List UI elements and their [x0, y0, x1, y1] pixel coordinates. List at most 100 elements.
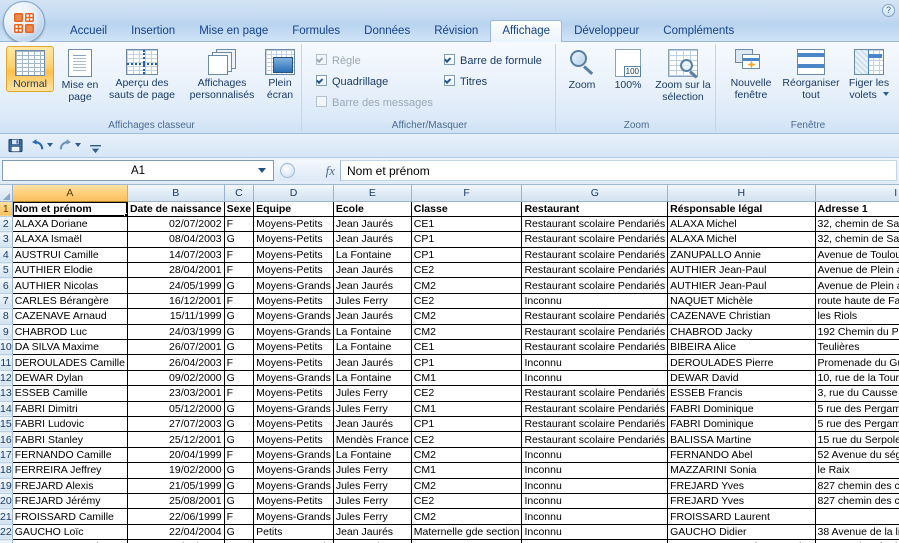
cell-A18[interactable]: FERREIRA Jeffrey — [12, 463, 127, 478]
cell-I5[interactable]: Avenue de Plein air — [815, 263, 899, 278]
cell-C13[interactable]: F — [224, 386, 254, 401]
column-header-E[interactable]: E — [333, 185, 411, 201]
cell-A21[interactable]: FROISSARD Camille — [12, 509, 127, 524]
cell-I18[interactable]: le Raix — [815, 463, 899, 478]
cell-A17[interactable]: FERNANDO Camille — [12, 447, 127, 462]
checkbox-gridlines[interactable]: Quadrillage — [316, 75, 388, 88]
ribbon-tab-formules[interactable]: Formules — [280, 20, 352, 44]
cell-E5[interactable]: Jean Jaurés — [333, 263, 411, 278]
cell-A16[interactable]: FABRI Stanley — [12, 432, 127, 447]
cell-E17[interactable]: La Fontaine — [333, 447, 411, 462]
cell-E11[interactable]: Jean Jaurés — [333, 355, 411, 370]
cell-A5[interactable]: AUTHIER Elodie — [12, 263, 127, 278]
row-header-14[interactable]: 14 — [0, 401, 12, 416]
column-header-I[interactable]: I — [815, 185, 899, 201]
cell-C11[interactable]: F — [224, 355, 254, 370]
cell-C10[interactable]: G — [224, 340, 254, 355]
cell-A3[interactable]: ALAXA Ismaël — [12, 232, 127, 247]
cell-A7[interactable]: CARLES Bérangère — [12, 293, 127, 308]
cell-G1[interactable]: Restaurant — [522, 201, 668, 216]
cell-G21[interactable]: Inconnu — [522, 509, 668, 524]
cell-D8[interactable]: Moyens-Grands — [254, 309, 334, 324]
cell-H21[interactable]: FROISSARD Laurent — [668, 509, 815, 524]
cell-E3[interactable]: Jean Jaurés — [333, 232, 411, 247]
row-header-10[interactable]: 10 — [0, 340, 12, 355]
column-header-B[interactable]: B — [127, 185, 224, 201]
cell-H20[interactable]: FREJARD Yves — [668, 493, 815, 508]
cell-G16[interactable]: Restaurant scolaire Pendariés — [522, 432, 668, 447]
ribbon-tab-accueil[interactable]: Accueil — [58, 20, 119, 44]
cell-H11[interactable]: DEROULADES Pierre — [668, 355, 815, 370]
cell-D22[interactable]: Petits — [254, 524, 334, 539]
cell-C9[interactable]: G — [224, 324, 254, 339]
row-header-19[interactable]: 19 — [0, 478, 12, 493]
cell-F15[interactable]: CP1 — [411, 416, 522, 431]
cell-D13[interactable]: Moyens-Petits — [254, 386, 334, 401]
save-icon[interactable] — [8, 138, 23, 158]
cell-F12[interactable]: CM1 — [411, 370, 522, 385]
cell-G11[interactable]: Inconnu — [522, 355, 668, 370]
cell-H14[interactable]: FABRI Dominique — [668, 401, 815, 416]
cell-I7[interactable]: route haute de Farrou — [815, 293, 899, 308]
cell-D1[interactable]: Equipe — [254, 201, 334, 216]
cell-B20[interactable]: 25/08/2001 — [127, 493, 224, 508]
cell-D9[interactable]: Moyens-Grands — [254, 324, 334, 339]
cell-A2[interactable]: ALAXA Doriane — [12, 216, 127, 231]
cell-B13[interactable]: 23/03/2001 — [127, 386, 224, 401]
row-header-1[interactable]: 1 — [0, 201, 12, 216]
cell-E10[interactable]: La Fontaine — [333, 340, 411, 355]
redo-dropdown-icon[interactable] — [75, 143, 81, 147]
cell-D4[interactable]: Moyens-Petits — [254, 247, 334, 262]
cell-F3[interactable]: CP1 — [411, 232, 522, 247]
cell-H6[interactable]: AUTHIER Jean-Paul — [668, 278, 815, 293]
ribbon-tab-donn-es[interactable]: Données — [352, 20, 422, 44]
page-layout-button[interactable]: Mise en page — [56, 46, 104, 103]
cell-G5[interactable]: Restaurant scolaire Pendariés — [522, 263, 668, 278]
cell-F1[interactable]: Classe — [411, 201, 522, 216]
cell-H22[interactable]: GAUCHO Didier — [668, 524, 815, 539]
cell-E1[interactable]: Ecole — [333, 201, 411, 216]
cell-H13[interactable]: ESSEB Francis — [668, 386, 815, 401]
cell-I9[interactable]: 192 Chemin du Puech des Imbert — [815, 324, 899, 339]
cell-I6[interactable]: Avenue de Plein air — [815, 278, 899, 293]
ribbon-tab-affichage[interactable]: Affichage — [490, 20, 562, 44]
row-header-17[interactable]: 17 — [0, 447, 12, 462]
cell-D21[interactable]: Moyens-Grands — [254, 509, 334, 524]
freeze-panes-button[interactable]: Figer les volets — [842, 46, 896, 101]
cell-C12[interactable]: G — [224, 370, 254, 385]
row-header-2[interactable]: 2 — [0, 216, 12, 231]
cell-G12[interactable]: Inconnu — [522, 370, 668, 385]
cell-D14[interactable]: Moyens-Grands — [254, 401, 334, 416]
cell-H10[interactable]: BIBEIRA Alice — [668, 340, 815, 355]
row-header-7[interactable]: 7 — [0, 293, 12, 308]
zoom-selection-button[interactable]: Zoom sur la sélection — [652, 46, 714, 103]
office-button[interactable] — [3, 1, 45, 43]
cell-C19[interactable]: G — [224, 478, 254, 493]
row-header-11[interactable]: 11 — [0, 355, 12, 370]
cell-C14[interactable]: G — [224, 401, 254, 416]
cell-D7[interactable]: Moyens-Petits — [254, 293, 334, 308]
cell-B15[interactable]: 27/07/2003 — [127, 416, 224, 431]
cell-D12[interactable]: Moyens-Grands — [254, 370, 334, 385]
cell-C4[interactable]: F — [224, 247, 254, 262]
cell-I17[interactable]: 52 Avenue du ségala — [815, 447, 899, 462]
checkbox-ruler[interactable]: Règle — [316, 54, 361, 67]
column-header-H[interactable]: H — [668, 185, 815, 201]
enter-icon[interactable] — [280, 163, 295, 178]
cell-I15[interactable]: 5 rue des Pergameniers — [815, 416, 899, 431]
cell-B16[interactable]: 25/12/2001 — [127, 432, 224, 447]
column-header-D[interactable]: D — [254, 185, 334, 201]
cell-E15[interactable]: Jean Jaurés — [333, 416, 411, 431]
cell-B12[interactable]: 09/02/2000 — [127, 370, 224, 385]
ribbon-tab-insertion[interactable]: Insertion — [119, 20, 187, 44]
cell-C21[interactable]: F — [224, 509, 254, 524]
fill-handle[interactable] — [124, 213, 128, 217]
checkbox-headings[interactable]: Titres — [444, 75, 487, 88]
cell-H8[interactable]: CAZENAVE Christian — [668, 309, 815, 324]
cell-E6[interactable]: Jean Jaurés — [333, 278, 411, 293]
cell-B2[interactable]: 02/07/2002 — [127, 216, 224, 231]
cell-B4[interactable]: 14/07/2003 — [127, 247, 224, 262]
cell-F6[interactable]: CM2 — [411, 278, 522, 293]
cell-H5[interactable]: AUTHIER Jean-Paul — [668, 263, 815, 278]
cell-B19[interactable]: 21/05/1999 — [127, 478, 224, 493]
